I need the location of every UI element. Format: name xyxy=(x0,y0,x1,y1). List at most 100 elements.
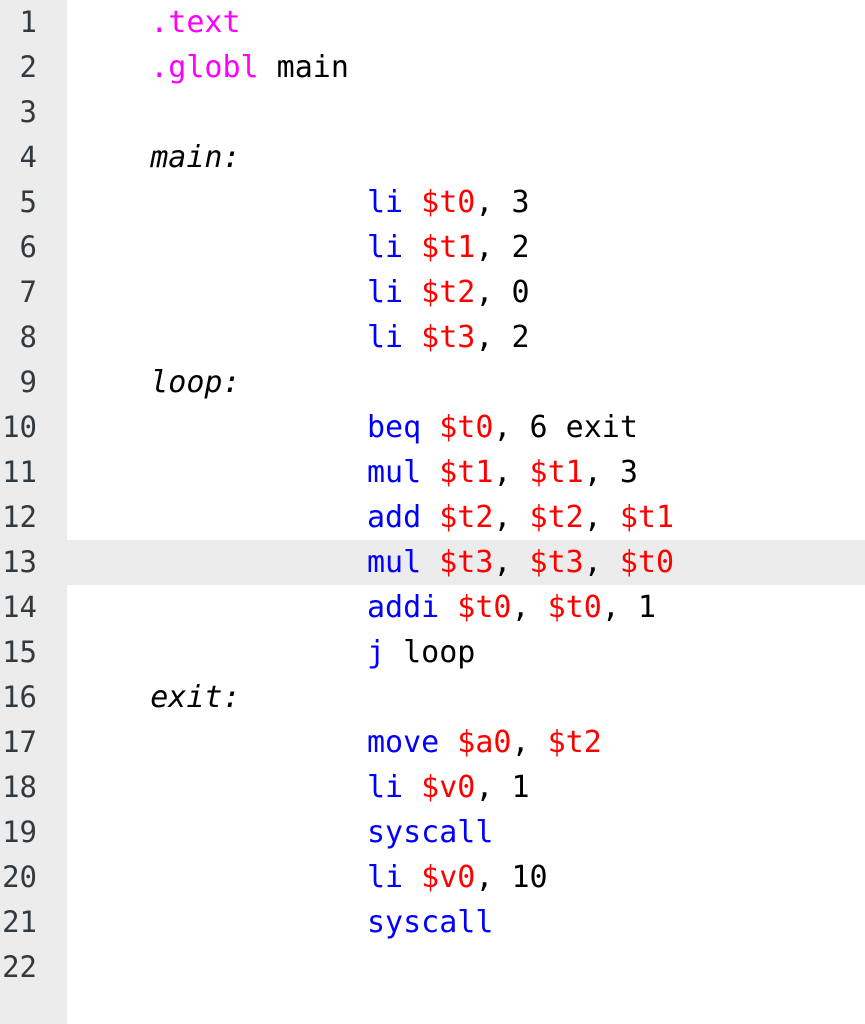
line-number: 8 xyxy=(19,320,37,354)
code-line[interactable]: 22 xyxy=(0,945,865,990)
token-reg: $t2 xyxy=(421,275,476,310)
token-reg: $t0 xyxy=(457,590,512,625)
code-line[interactable]: 18 li $v0, 1 xyxy=(0,765,865,810)
code-line-content[interactable]: main: xyxy=(67,135,865,180)
code-line[interactable]: 17 move $a0, $t2 xyxy=(0,720,865,765)
line-number: 4 xyxy=(19,140,37,174)
token-plain: loop xyxy=(385,635,476,670)
code-line[interactable]: 8 li $t3, 2 xyxy=(0,315,865,360)
code-line[interactable]: 7 li $t2, 0 xyxy=(0,270,865,315)
token-label: exit: xyxy=(150,680,241,715)
token-plain: , 1 xyxy=(475,770,530,805)
code-line-content[interactable]: exit: xyxy=(67,675,865,720)
code-line[interactable]: 3 xyxy=(0,90,865,135)
code-line[interactable]: 2 .globl main xyxy=(0,45,865,90)
token-label: loop: xyxy=(150,365,241,400)
code-line-content[interactable]: syscall xyxy=(67,810,865,855)
code-line-active[interactable]: 13 mul $t3, $t3, $t0 xyxy=(0,540,865,585)
line-number: 21 xyxy=(2,905,37,939)
token-label: main: xyxy=(150,140,241,175)
token-reg: $t3 xyxy=(529,545,584,580)
code-line-content[interactable]: li $v0, 1 xyxy=(67,765,865,810)
code-line-content[interactable]: .globl main xyxy=(67,45,865,90)
code-line-content[interactable]: li $t3, 2 xyxy=(67,315,865,360)
token-reg: $t1 xyxy=(619,500,675,535)
token-plain: , xyxy=(493,455,530,490)
token-reg: $t0 xyxy=(547,590,602,625)
code-line[interactable]: 14 addi $t0, $t0, 1 xyxy=(0,585,865,630)
line-number: 19 xyxy=(2,815,37,849)
token-reg: $t3 xyxy=(439,545,494,580)
code-line-content[interactable]: .text xyxy=(67,0,865,45)
code-line-content[interactable]: li $t0, 3 xyxy=(67,180,865,225)
code-line[interactable]: 5 li $t0, 3 xyxy=(0,180,865,225)
line-number: 10 xyxy=(2,410,37,444)
code-line[interactable]: 6 li $t1, 2 xyxy=(0,225,865,270)
code-line-content[interactable]: mul $t3, $t3, $t0 xyxy=(67,540,865,585)
code-editor[interactable]: 1 .text 2 .globl main 3 4 main: 5 li $t0, 36… xyxy=(0,0,865,1024)
token-plain: , 1 xyxy=(601,590,656,625)
line-number: 11 xyxy=(2,455,37,489)
token-reg: $t1 xyxy=(421,230,476,265)
code-line-content[interactable]: add $t2, $t2, $t1 xyxy=(67,495,865,540)
token-reg: $t0 xyxy=(439,410,494,445)
token-instr: syscall xyxy=(366,905,494,940)
code-line[interactable]: 20 li $v0, 10 xyxy=(0,855,865,900)
code-line-content[interactable]: move $a0, $t2 xyxy=(67,720,865,765)
token-plain: , xyxy=(583,545,620,580)
code-line[interactable]: 19 syscall xyxy=(0,810,865,855)
token-instr: add xyxy=(366,500,422,535)
code-line-content[interactable]: loop: xyxy=(67,360,865,405)
token-plain: , 6 exit xyxy=(493,410,638,445)
line-number: 16 xyxy=(2,680,37,714)
token-reg: $t2 xyxy=(439,500,494,535)
token-plain: , 3 xyxy=(583,455,638,490)
token-plain: , 2 xyxy=(475,320,530,355)
code-line-content[interactable]: li $t1, 2 xyxy=(67,225,865,270)
token-reg: $t3 xyxy=(421,320,476,355)
token-plain: , xyxy=(493,545,530,580)
code-line[interactable]: 11 mul $t1, $t1, 3 xyxy=(0,450,865,495)
code-line-content[interactable]: j loop xyxy=(67,630,865,675)
code-line-content[interactable]: syscall xyxy=(67,900,865,945)
token-plain: , 10 xyxy=(475,860,548,895)
token-instr: addi xyxy=(366,590,440,625)
code-line[interactable]: 4 main: xyxy=(0,135,865,180)
token-plain: , xyxy=(493,500,530,535)
code-line[interactable]: 16 exit: xyxy=(0,675,865,720)
code-line-content[interactable]: li $t2, 0 xyxy=(67,270,865,315)
token-instr: li xyxy=(366,320,404,355)
code-line[interactable]: 21 syscall xyxy=(0,900,865,945)
code-line[interactable]: 10 beq $t0, 6 exit xyxy=(0,405,865,450)
token-reg: $t1 xyxy=(439,455,494,490)
code-line-content[interactable]: addi $t0, $t0, 1 xyxy=(67,585,865,630)
code-line[interactable]: 9 loop: xyxy=(0,360,865,405)
token-plain: main xyxy=(258,50,349,85)
code-line[interactable]: 1 .text xyxy=(0,0,865,45)
code-lines-container[interactable]: 1 .text 2 .globl main 3 4 main: 5 li $t0, 36… xyxy=(0,0,865,990)
code-line-content[interactable]: beq $t0, 6 exit xyxy=(67,405,865,450)
line-number: 14 xyxy=(2,590,37,624)
code-line[interactable]: 12 add $t2, $t2, $t1 xyxy=(0,495,865,540)
code-line-content[interactable]: mul $t1, $t1, 3 xyxy=(67,450,865,495)
token-plain: , xyxy=(511,725,548,760)
code-line[interactable]: 15 j loop xyxy=(0,630,865,675)
token-directive: .text xyxy=(150,5,241,40)
code-line-content[interactable]: li $v0, 10 xyxy=(67,855,865,900)
